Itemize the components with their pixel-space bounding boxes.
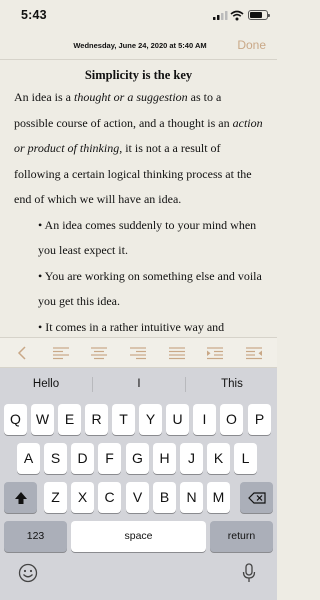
status-bar: 5:43 [0, 0, 277, 30]
chevron-left-icon[interactable] [15, 346, 31, 360]
key-y[interactable]: Y [139, 404, 162, 435]
key-b[interactable]: B [153, 482, 176, 513]
key-f[interactable]: F [98, 443, 121, 474]
key-r[interactable]: R [85, 404, 108, 435]
wifi-icon [230, 10, 244, 21]
key-s[interactable]: S [44, 443, 67, 474]
status-time: 5:43 [21, 8, 47, 22]
key-x[interactable]: X [71, 482, 94, 513]
shift-icon [14, 492, 27, 504]
key-z[interactable]: Z [44, 482, 67, 513]
suggestion-hello[interactable]: Hello [0, 378, 92, 390]
microphone-icon[interactable] [242, 563, 256, 588]
key-e[interactable]: E [58, 404, 81, 435]
align-center-icon[interactable] [91, 346, 107, 360]
note-title: Simplicity is the key [84, 68, 193, 82]
bullet-item: • You are working on something else and … [38, 268, 262, 309]
key-l[interactable]: L [234, 443, 257, 474]
battery-icon [248, 10, 270, 20]
navigation-bar: Wednesday, June 24, 2020 at 5:40 AM Done [0, 30, 277, 60]
key-p[interactable]: P [248, 404, 271, 435]
note-paragraph: An idea is a thought or a suggestion as … [14, 90, 263, 206]
align-left-icon[interactable] [53, 346, 69, 360]
backspace-icon [247, 492, 266, 504]
outdent-icon[interactable] [246, 346, 262, 360]
align-justify-icon[interactable] [169, 346, 185, 360]
align-right-icon[interactable] [130, 346, 146, 360]
bullet-item: • An idea comes suddenly to your mind wh… [38, 217, 257, 258]
key-k[interactable]: K [207, 443, 230, 474]
key-c[interactable]: C [98, 482, 121, 513]
shift-key[interactable] [4, 482, 37, 513]
key-a[interactable]: A [17, 443, 40, 474]
key-j[interactable]: J [180, 443, 203, 474]
key-u[interactable]: U [166, 404, 189, 435]
key-n[interactable]: N [180, 482, 203, 513]
suggestion-this[interactable]: This [186, 378, 278, 390]
keyboard: Hello I This Q W E R T Y U I O P A S D F… [0, 368, 277, 600]
format-toolbar [0, 337, 277, 368]
bullet-item: • It comes in a rather intuitive way and [38, 319, 225, 334]
suggestion-i[interactable]: I [93, 378, 185, 390]
delete-key[interactable] [240, 482, 273, 513]
key-o[interactable]: O [220, 404, 243, 435]
key-h[interactable]: H [153, 443, 176, 474]
numbers-key[interactable]: 123 [4, 521, 67, 552]
key-v[interactable]: V [126, 482, 149, 513]
done-button[interactable]: Done [237, 38, 266, 52]
predictive-bar: Hello I This [0, 368, 277, 401]
key-d[interactable]: D [71, 443, 94, 474]
key-i[interactable]: I [193, 404, 216, 435]
cellular-signal-icon [213, 11, 228, 20]
space-key[interactable]: space [71, 521, 206, 552]
key-g[interactable]: G [126, 443, 149, 474]
emoji-icon[interactable] [18, 563, 38, 588]
note-editor[interactable]: Simplicity is the key An idea is a thoug… [0, 61, 277, 337]
indent-icon[interactable] [207, 346, 223, 360]
key-t[interactable]: T [112, 404, 135, 435]
key-m[interactable]: M [207, 482, 230, 513]
return-key[interactable]: return [210, 521, 273, 552]
note-date: Wednesday, June 24, 2020 at 5:40 AM [73, 41, 207, 50]
key-q[interactable]: Q [4, 404, 27, 435]
key-w[interactable]: W [31, 404, 54, 435]
